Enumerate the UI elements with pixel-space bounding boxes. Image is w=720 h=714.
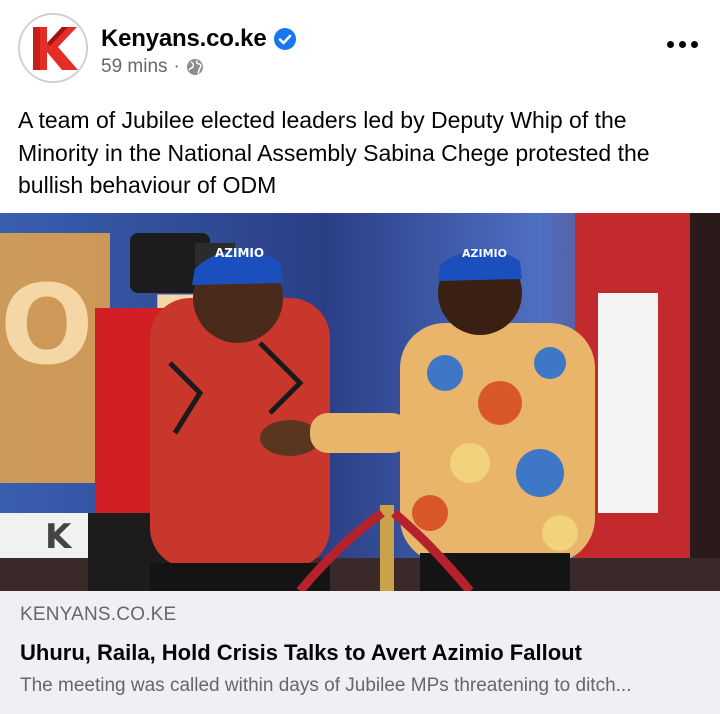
backdrop-letter-k: K: [45, 517, 73, 557]
dot: [678, 40, 686, 48]
dot: [666, 40, 674, 48]
cap-text-right: AZIMIO: [462, 247, 507, 260]
link-title[interactable]: Uhuru, Raila, Hold Crisis Talks to Avert…: [20, 640, 582, 666]
more-options-icon[interactable]: [662, 30, 702, 58]
page-name-row: Kenyans.co.ke: [101, 24, 297, 54]
dot: [690, 40, 698, 48]
cap-text-left: AZIMIO: [215, 246, 264, 260]
link-preview-card[interactable]: KENYANS.CO.KE Uhuru, Raila, Hold Crisis …: [0, 591, 720, 714]
photo-illustration: O E K AZIMIO: [0, 213, 720, 591]
kenyans-logo-icon: [20, 15, 86, 81]
post-header: Kenyans.co.ke 59 mins ·: [0, 0, 720, 96]
globe-icon[interactable]: [186, 58, 204, 76]
page-avatar[interactable]: [18, 13, 88, 83]
meta-separator: ·: [173, 56, 180, 77]
post-photo[interactable]: O E K AZIMIO: [0, 213, 720, 591]
page-name[interactable]: Kenyans.co.ke: [101, 25, 267, 53]
link-description: The meeting was called within days of Ju…: [20, 675, 632, 696]
link-domain: KENYANS.CO.KE: [20, 604, 177, 625]
backdrop-letter-o: O: [0, 261, 94, 389]
post-caption: A team of Jubilee elected leaders led by…: [18, 107, 650, 198]
verified-badge-icon: [274, 28, 297, 50]
post-timestamp[interactable]: 59 mins: [101, 56, 168, 78]
post-meta: 59 mins ·: [101, 54, 204, 80]
